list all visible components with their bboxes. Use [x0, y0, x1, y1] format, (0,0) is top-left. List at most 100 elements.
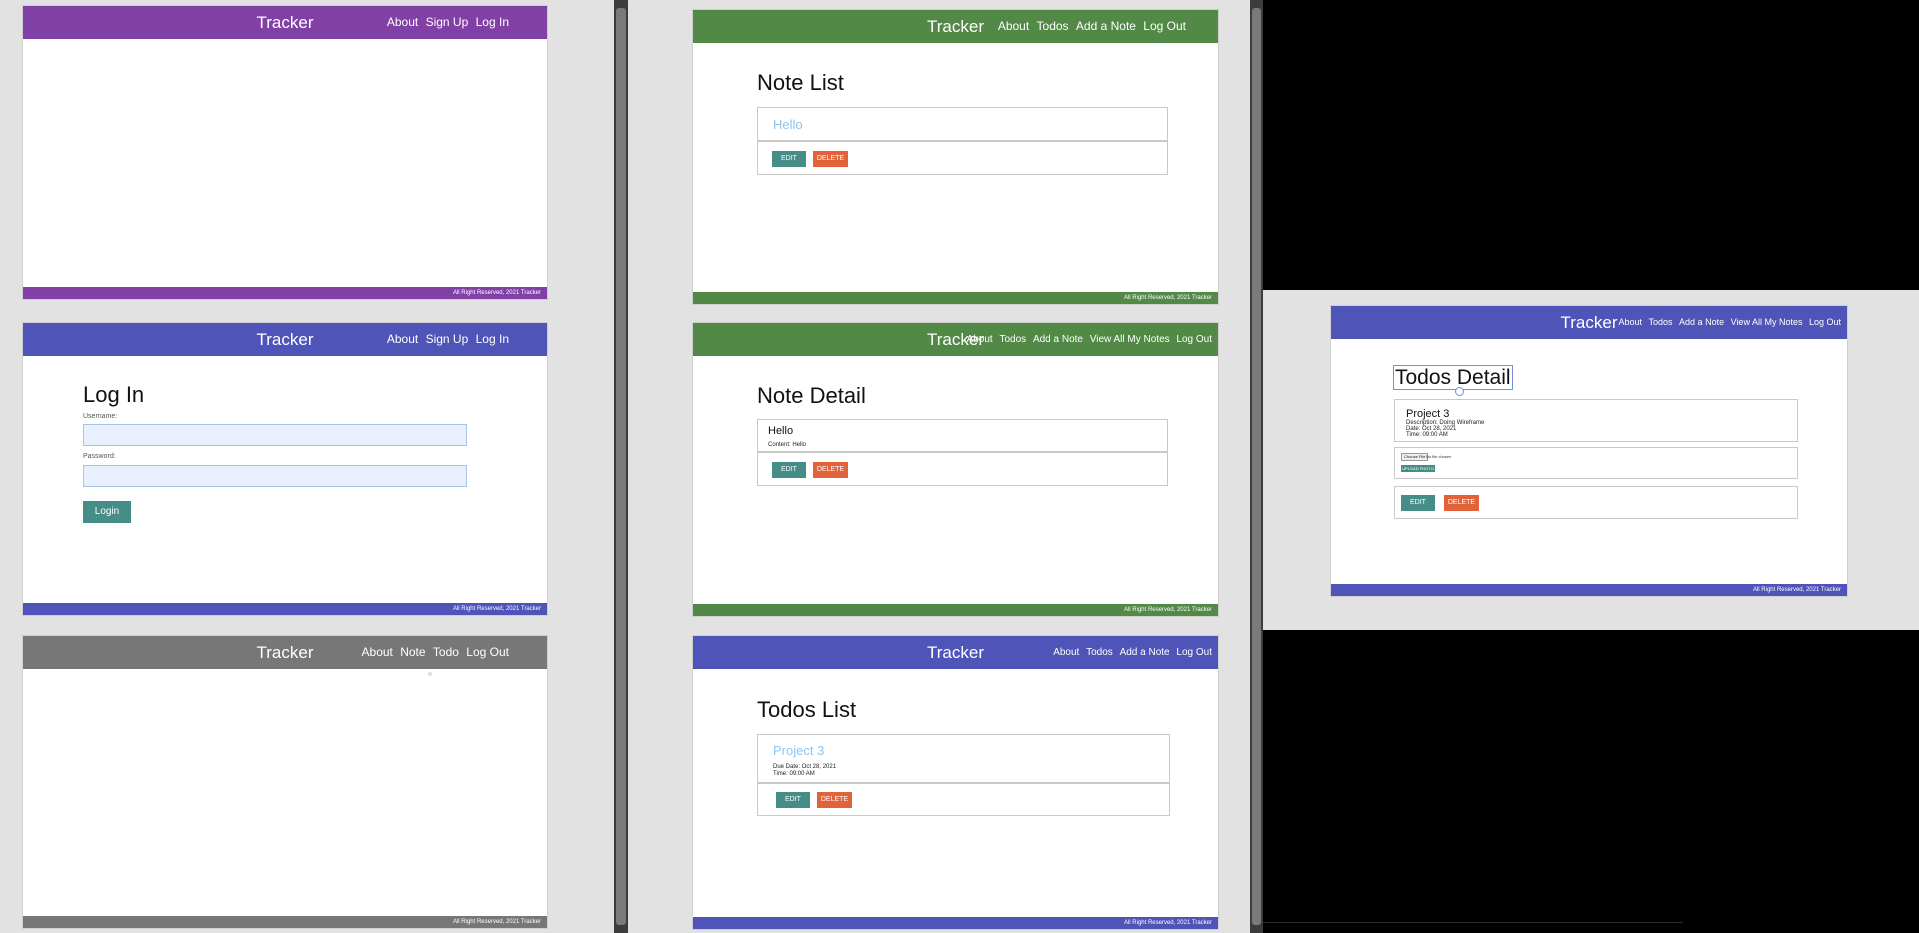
nav-log-out[interactable]: Log Out — [1809, 317, 1841, 327]
todo-card: Project 3 Due Date: Oct 28, 2021 Time: 0… — [757, 734, 1170, 783]
edit-button[interactable]: EDIT — [772, 462, 806, 478]
page-title: Note Detail — [757, 383, 866, 408]
edit-button[interactable]: EDIT — [772, 151, 806, 167]
nav-view-all-notes[interactable]: View All My Notes — [1731, 317, 1803, 327]
nav-about[interactable]: About — [967, 334, 993, 345]
site-header: Tracker About Sign Up Log In — [23, 323, 547, 356]
page-title[interactable]: Todos Detail — [1393, 365, 1513, 390]
delete-button[interactable]: DELETE — [813, 462, 848, 478]
nav-about[interactable]: About — [362, 645, 393, 659]
todo-title-link[interactable]: Project 3 — [773, 743, 824, 758]
site-footer: All Right Reserved, 2021 Tracker — [23, 916, 547, 928]
username-label: Username: — [83, 413, 118, 420]
file-status: No file chosen — [1426, 454, 1452, 459]
cursor-icon — [428, 672, 432, 676]
site-footer: All Right Reserved, 2021 Tracker — [23, 603, 547, 615]
nav-sign-up[interactable]: Sign Up — [426, 332, 469, 346]
nav-sign-up[interactable]: Sign Up — [426, 15, 469, 29]
edit-button[interactable]: EDIT — [776, 792, 810, 808]
pane-scrollbar-left[interactable] — [614, 0, 628, 933]
site-header: Tracker About Todos Add a Note Log Out — [693, 636, 1218, 669]
login-button[interactable]: Login — [83, 501, 131, 523]
nav-about[interactable]: About — [998, 19, 1029, 33]
todo-detail-window: Tracker About Todos Add a Note View All … — [1330, 305, 1848, 597]
pane-scrollbar-right[interactable] — [1250, 0, 1263, 933]
nav-add-note[interactable]: Add a Note — [1076, 19, 1136, 33]
nav-menu: About Todos Add a Note View All My Notes… — [963, 323, 1212, 356]
edit-button[interactable]: EDIT — [1401, 495, 1435, 511]
nav-add-note[interactable]: Add a Note — [1679, 317, 1724, 327]
note-detail-window: Tracker About Todos Add a Note View All … — [692, 322, 1219, 617]
note-card: Hello — [757, 107, 1168, 141]
note-content: Content: Hello — [768, 442, 807, 448]
note-list-window: Tracker About Todos Add a Note Log Out N… — [692, 9, 1219, 305]
site-header: Tracker About Sign Up Log In — [23, 6, 547, 39]
right-panel: Tracker About Todos Add a Note View All … — [1263, 290, 1919, 630]
todo-actions-card: EDIT DELETE — [757, 783, 1170, 816]
nav-add-note[interactable]: Add a Note — [1033, 334, 1083, 345]
upload-photo-button[interactable]: UPLOAD PHOTO — [1401, 465, 1435, 472]
todo-time: Time: 09:00 AM — [1406, 432, 1448, 438]
todo-title: Project 3 — [1406, 408, 1450, 420]
nav-log-out[interactable]: Log Out — [466, 645, 509, 659]
username-input[interactable] — [83, 424, 467, 446]
nav-about[interactable]: About — [1053, 647, 1079, 658]
note-actions-card: EDIT DELETE — [757, 452, 1168, 486]
password-label: Password: — [83, 453, 116, 460]
nav-log-in[interactable]: Log In — [476, 332, 509, 346]
site-footer: All Right Reserved, 2021 Tracker — [693, 604, 1218, 616]
nav-todo[interactable]: Todo — [433, 645, 459, 659]
nav-todos[interactable]: Todos — [999, 334, 1026, 345]
nav-menu: About Todos Add a Note View All My Notes… — [1614, 306, 1841, 339]
password-input[interactable] — [83, 465, 467, 487]
note-title: Hello — [768, 425, 794, 437]
todo-actions-card: EDIT DELETE — [1394, 486, 1798, 519]
member-home-window: Tracker About Note Todo Log Out All Righ… — [22, 635, 548, 929]
page-title: Todos List — [757, 697, 857, 722]
site-header: Tracker About Note Todo Log Out — [23, 636, 547, 669]
nav-menu: About Note Todo Log Out — [358, 636, 509, 669]
note-title-link[interactable]: Hello — [773, 117, 803, 132]
site-header: Tracker About Todos Add a Note Log Out — [693, 10, 1218, 43]
delete-button[interactable]: DELETE — [813, 151, 848, 167]
site-footer: All Right Reserved, 2021 Tracker — [23, 287, 547, 299]
nav-log-out[interactable]: Log Out — [1176, 334, 1212, 345]
site-header: Tracker About Todos Add a Note View All … — [693, 323, 1218, 356]
middle-panel: Tracker About Todos Add a Note Log Out N… — [628, 0, 1250, 933]
nav-about[interactable]: About — [387, 332, 418, 346]
photo-upload-card: Choose File No file chosen UPLOAD PHOTO — [1394, 447, 1798, 479]
todo-detail-card: Project 3 Description: Doing Wireframe D… — [1394, 399, 1798, 442]
todo-time: Time: 09:00 AM — [773, 771, 815, 777]
nav-note[interactable]: Note — [400, 645, 425, 659]
todos-list-window: Tracker About Todos Add a Note Log Out T… — [692, 635, 1219, 930]
note-detail-card: Hello Content: Hello — [757, 419, 1168, 452]
nav-log-out[interactable]: Log Out — [1176, 647, 1212, 658]
site-footer: All Right Reserved, 2021 Tracker — [693, 917, 1218, 929]
nav-menu: About Sign Up Log In — [383, 6, 509, 39]
status-line — [1263, 922, 1683, 923]
nav-todos[interactable]: Todos — [1086, 647, 1113, 658]
selection-handle-icon[interactable] — [1455, 387, 1464, 396]
nav-add-note[interactable]: Add a Note — [1120, 647, 1170, 658]
nav-todos[interactable]: Todos — [1649, 317, 1673, 327]
delete-button[interactable]: DELETE — [1444, 495, 1479, 511]
nav-about[interactable]: About — [1618, 317, 1642, 327]
nav-menu: About Todos Add a Note Log Out — [1049, 636, 1212, 669]
nav-view-all-notes[interactable]: View All My Notes — [1090, 334, 1170, 345]
note-actions-card: EDIT DELETE — [757, 141, 1168, 175]
site-footer: All Right Reserved, 2021 Tracker — [693, 292, 1218, 304]
nav-log-in[interactable]: Log In — [476, 15, 509, 29]
nav-log-out[interactable]: Log Out — [1143, 19, 1186, 33]
site-header: Tracker About Todos Add a Note View All … — [1331, 306, 1847, 339]
home-window: Tracker About Sign Up Log In All Right R… — [22, 5, 548, 300]
choose-file-button[interactable]: Choose File — [1401, 453, 1429, 461]
delete-button[interactable]: DELETE — [817, 792, 852, 808]
left-panel: Tracker About Sign Up Log In All Right R… — [0, 0, 614, 933]
nav-menu: About Sign Up Log In — [383, 323, 509, 356]
page-title: Note List — [757, 70, 844, 95]
nav-about[interactable]: About — [387, 15, 418, 29]
nav-todos[interactable]: Todos — [1037, 19, 1069, 33]
login-window: Tracker About Sign Up Log In Log In User… — [22, 322, 548, 616]
site-footer: All Right Reserved, 2021 Tracker — [1331, 584, 1847, 596]
todo-due-date: Due Date: Oct 28, 2021 — [773, 764, 837, 770]
